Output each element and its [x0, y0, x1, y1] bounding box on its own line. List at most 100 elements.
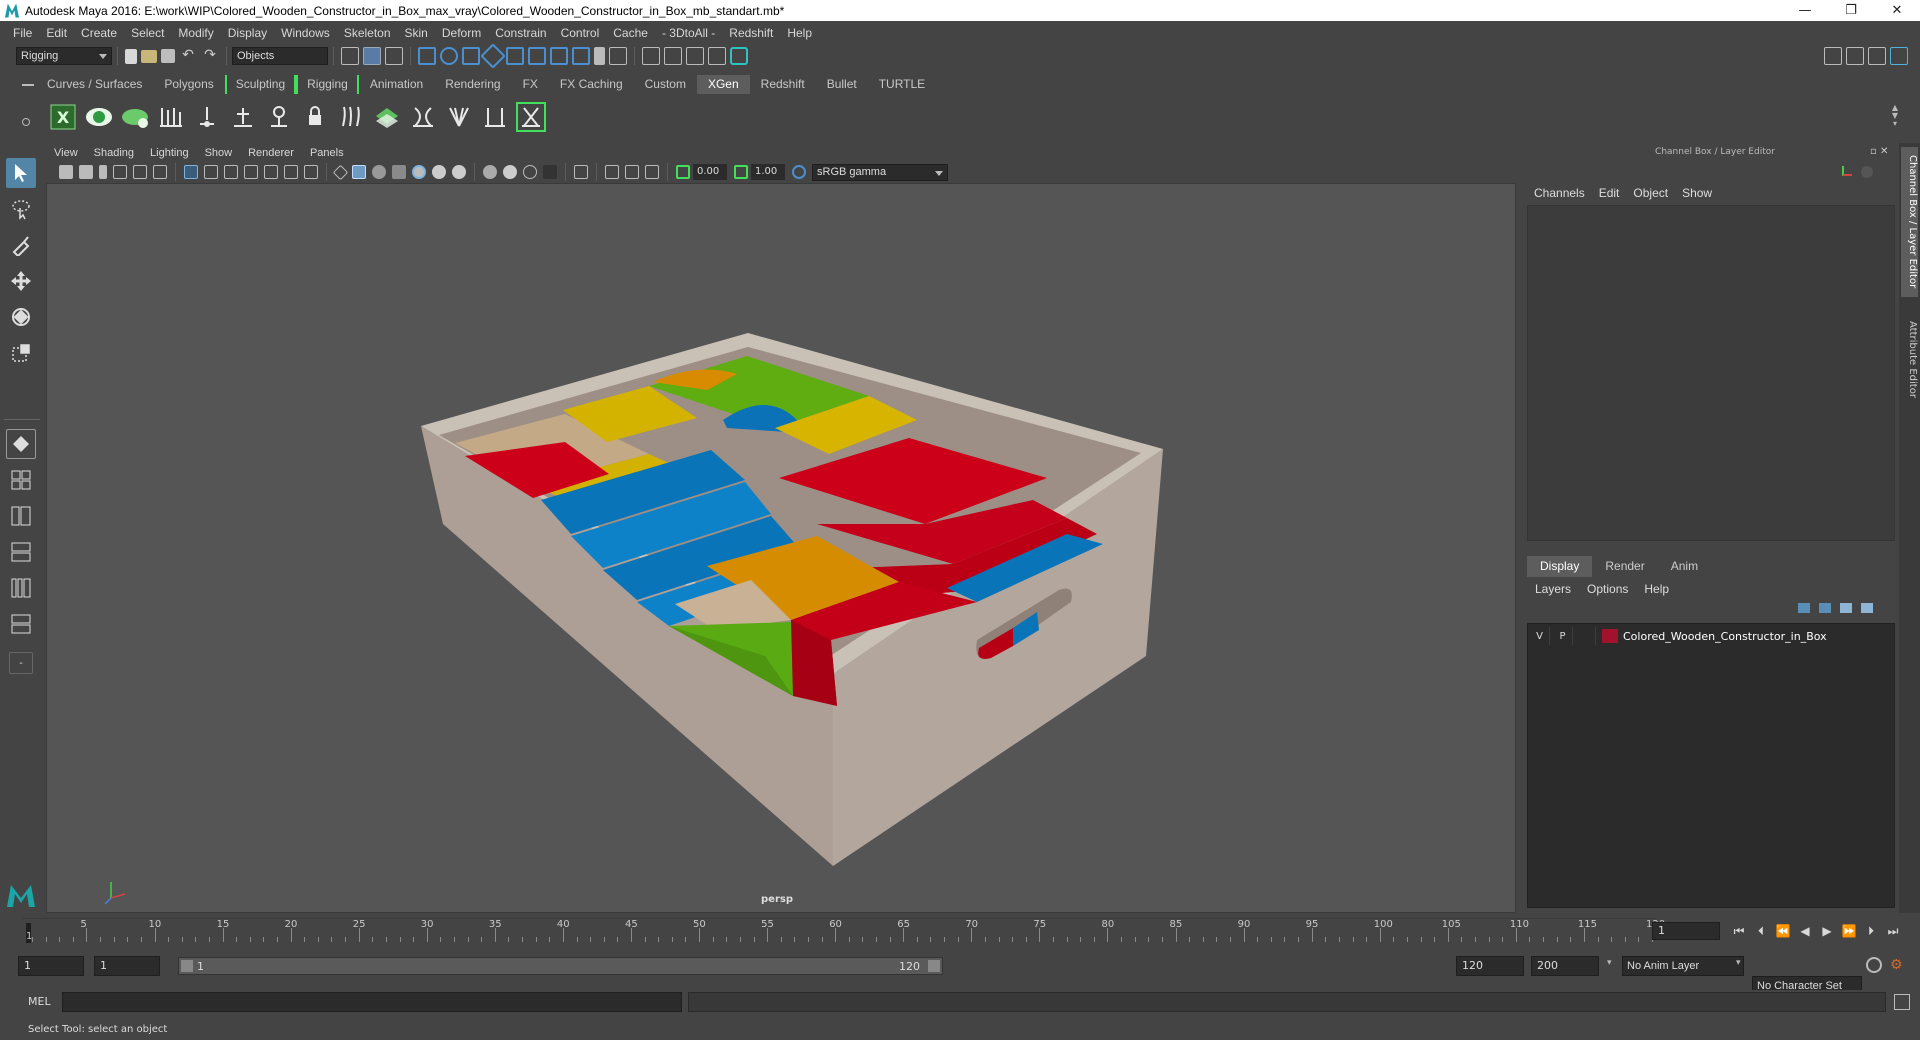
scene-start-frame-field[interactable]: 1 [18, 956, 84, 976]
menu-skeleton[interactable]: Skeleton [337, 26, 398, 40]
use-all-lights-icon[interactable] [412, 165, 426, 179]
two-d-pan-zoom-icon[interactable] [133, 165, 147, 179]
attribute-editor-toggle-icon[interactable] [1846, 47, 1864, 65]
new-layer-from-selected-icon[interactable] [1861, 603, 1873, 613]
tab-fx-caching[interactable]: FX Caching [549, 75, 634, 94]
snap-surface-icon[interactable] [506, 47, 524, 65]
tab-turtle[interactable]: TURTLE [868, 75, 936, 94]
shadows-icon[interactable] [432, 165, 446, 179]
xray-active-icon[interactable] [645, 165, 659, 179]
safe-action-icon[interactable] [284, 165, 298, 179]
channel-box-menu-show[interactable]: Show [1675, 186, 1719, 200]
range-end-handle[interactable] [928, 960, 940, 972]
restore-button[interactable]: ❐ [1828, 0, 1874, 21]
tab-custom[interactable]: Custom [634, 75, 697, 94]
menu-help[interactable]: Help [780, 26, 819, 40]
gamma-value[interactable]: 1.00 [751, 164, 785, 180]
menu-edit[interactable]: Edit [39, 26, 74, 40]
xgen-create-description-icon[interactable] [120, 102, 150, 132]
tab-fx[interactable]: FX [512, 75, 549, 94]
snap-view-icon[interactable] [480, 43, 506, 69]
snap-live-icon[interactable] [528, 47, 546, 65]
tab-display-layers[interactable]: Display [1527, 556, 1593, 577]
menu-create[interactable]: Create [74, 26, 124, 40]
channel-box-menu-edit[interactable]: Edit [1592, 186, 1627, 200]
play-forwards-icon[interactable]: ▶ [1816, 924, 1838, 938]
scene-end-frame-field[interactable]: 200 [1531, 956, 1599, 976]
resolution-gate-icon[interactable] [224, 165, 238, 179]
hypershade-icon[interactable] [730, 47, 748, 65]
menu-display[interactable]: Display [221, 26, 274, 40]
safe-title-icon[interactable] [304, 165, 318, 179]
playback-start-frame-field[interactable]: 1 [94, 956, 160, 976]
view-transform-dropdown[interactable]: sRGB gamma [812, 163, 948, 181]
panel-float-close-icons[interactable]: ▫ ✕ [1870, 146, 1888, 157]
anim-layer-dropdown[interactable]: No Anim Layer [1622, 956, 1744, 976]
step-forward-key-icon[interactable]: ⏩ [1838, 924, 1860, 938]
outliner-layout-icon[interactable] [6, 609, 36, 639]
playback-end-frame-field[interactable]: 120 [1456, 956, 1524, 976]
menu-select[interactable]: Select [124, 26, 171, 40]
shelf-menu-icon[interactable] [22, 84, 34, 86]
modeling-toolkit-icon[interactable] [1824, 47, 1842, 65]
auto-key-icon[interactable] [1866, 957, 1882, 973]
redo-icon[interactable]: ↷ [201, 47, 219, 65]
panel-menu-view[interactable]: View [46, 147, 86, 159]
script-language-toggle[interactable]: MEL [28, 995, 51, 1008]
undo-icon[interactable]: ↶ [179, 47, 197, 65]
tab-bullet[interactable]: Bullet [816, 75, 868, 94]
shelf-settings-gear-icon[interactable] [22, 118, 30, 126]
layer-row[interactable]: V P Colored_Wooden_Constructor_in_Box [1530, 626, 1892, 646]
channel-box-menu-object[interactable]: Object [1626, 186, 1675, 200]
persp-outliner-layout-icon[interactable] [6, 501, 36, 531]
select-by-object-icon[interactable] [363, 47, 381, 65]
layer-name[interactable]: Colored_Wooden_Constructor_in_Box [1623, 630, 1827, 643]
wireframe-icon[interactable] [332, 164, 349, 180]
xgen-preview-icon[interactable] [84, 102, 114, 132]
rotate-tool-icon[interactable] [6, 302, 36, 332]
tab-rendering[interactable]: Rendering [434, 75, 511, 94]
viewport-persp[interactable]: persp [46, 183, 1516, 913]
tab-xgen[interactable]: XGen [696, 75, 750, 94]
grease-pencil-icon[interactable] [153, 165, 167, 179]
help-snap-icon[interactable] [572, 47, 590, 65]
bookmark-icon[interactable] [99, 165, 107, 179]
render-view-icon[interactable] [642, 47, 660, 65]
menu-windows[interactable]: Windows [274, 26, 337, 40]
select-mode-dropdown[interactable]: Objects [232, 47, 328, 65]
xgen-clumping-icon[interactable] [444, 102, 474, 132]
xgen-add-or-move-guides-icon[interactable] [228, 102, 258, 132]
ipr-render-icon[interactable] [686, 47, 704, 65]
step-back-frame-icon[interactable]: ⏴ [1750, 924, 1772, 939]
render-settings-icon[interactable] [708, 47, 726, 65]
manipulator-icon[interactable] [1842, 166, 1852, 176]
multisample-antialiasing-icon[interactable] [503, 165, 517, 179]
layer-visibility-toggle[interactable]: V [1530, 627, 1550, 645]
command-input[interactable] [62, 992, 682, 1012]
step-forward-frame-icon[interactable]: ⏵ [1860, 924, 1882, 939]
camera-select-icon[interactable] [59, 165, 73, 179]
select-tool-icon[interactable] [6, 158, 36, 188]
custom-layout-icon[interactable]: - [9, 652, 33, 674]
smooth-shade-icon[interactable] [352, 165, 366, 179]
four-view-layout-icon[interactable] [6, 465, 36, 495]
menu-constrain[interactable]: Constrain [488, 26, 553, 40]
exposure-value[interactable]: 0.00 [693, 164, 727, 180]
shelf-scroll-arrows[interactable]: ▲ ▼ ▾ [1890, 104, 1900, 132]
xgen-select-guides-icon[interactable] [516, 102, 546, 132]
layer-menu-help[interactable]: Help [1636, 582, 1677, 596]
xgen-modifier-icon[interactable] [408, 102, 438, 132]
camera-attributes-icon[interactable] [79, 165, 93, 179]
step-back-key-icon[interactable]: ⏪ [1772, 924, 1794, 938]
layer-menu-options[interactable]: Options [1579, 582, 1636, 596]
image-plane-icon[interactable] [113, 165, 127, 179]
input-output-icon[interactable] [609, 47, 627, 65]
channel-box-toggle-icon[interactable] [1890, 47, 1908, 65]
snap-curve-icon[interactable] [440, 47, 458, 65]
move-tool-icon[interactable] [6, 266, 36, 296]
xgen-add-guide-icon[interactable] [192, 102, 222, 132]
grid-icon[interactable] [184, 165, 198, 179]
chevron-down-icon[interactable]: ▾ [1607, 958, 1619, 972]
new-empty-layer-icon[interactable] [1840, 603, 1852, 613]
select-by-hierarchy-icon[interactable] [341, 47, 359, 65]
